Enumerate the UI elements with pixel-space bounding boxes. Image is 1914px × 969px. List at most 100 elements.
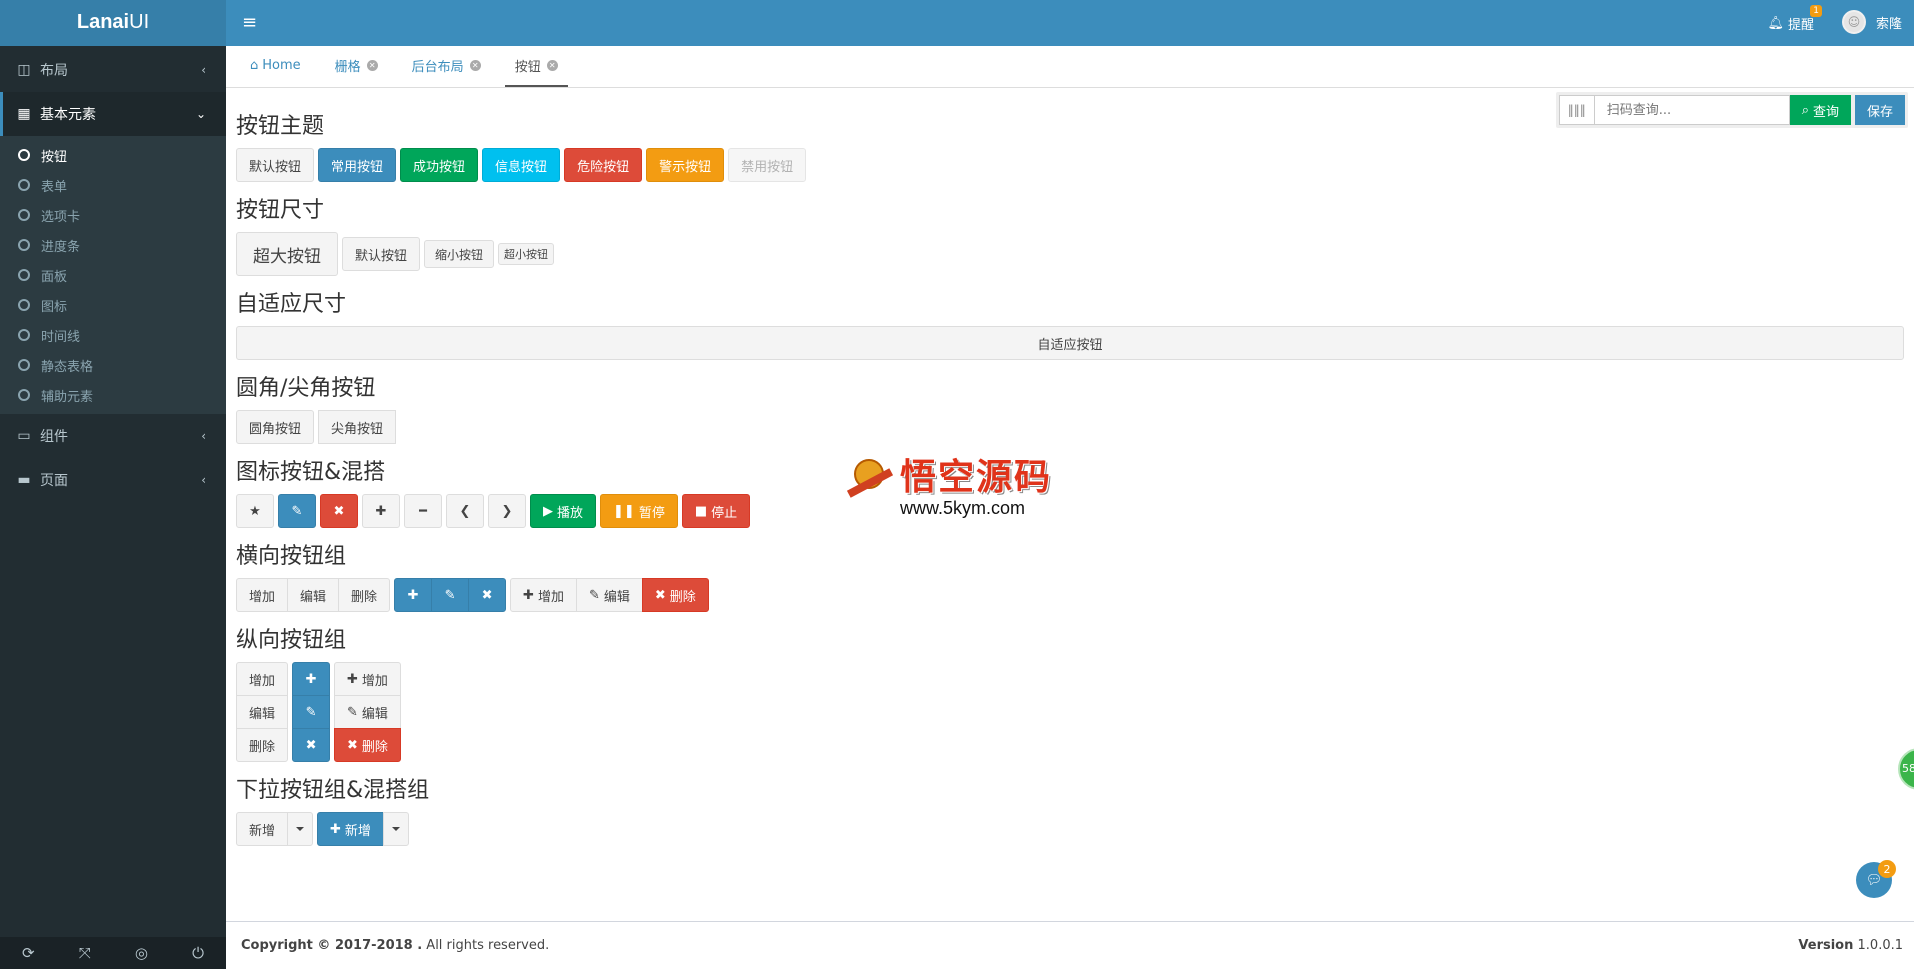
success-button[interactable]: 成功按钮: [400, 148, 479, 182]
close-icon[interactable]: ✕: [469, 60, 481, 71]
vgroup-mixed-edit-button[interactable]: ✎ 编辑: [334, 695, 401, 729]
refresh-icon[interactable]: ⟳: [22, 944, 35, 962]
rounded-button[interactable]: 圆角按钮: [236, 410, 315, 444]
pause-button[interactable]: ❚❚ 暂停: [600, 494, 678, 528]
tab-buttons[interactable]: 按钮 ✕: [504, 46, 568, 87]
edit-label: 编辑: [603, 589, 630, 605]
hamburger-icon[interactable]: ≡: [242, 12, 257, 33]
close-icon[interactable]: ✕: [546, 60, 558, 71]
notification-badge: 1: [1810, 5, 1822, 17]
vgroup-mixed-add-button[interactable]: ✚ 增加: [334, 662, 401, 696]
sidebar-item-icons[interactable]: 图标: [0, 290, 226, 320]
delete-label: 删除: [669, 589, 696, 605]
large-button[interactable]: 超大按钮: [236, 232, 338, 276]
chevron-left-icon: ‹: [201, 63, 206, 77]
plus-icon: ✚: [523, 587, 534, 603]
close-icon: ✖: [333, 503, 345, 519]
sidebar-item-label: 进度条: [41, 239, 81, 255]
delete-button[interactable]: ✖: [320, 494, 358, 528]
small-button[interactable]: 缩小按钮: [424, 240, 495, 268]
sidebar-item-timeline[interactable]: 时间线: [0, 320, 226, 350]
sidebar-group-pages[interactable]: ▬ 页面 ‹: [0, 458, 226, 502]
hgroup-mixed-edit-button[interactable]: ✎ 编辑: [575, 578, 643, 612]
tab-grid[interactable]: 栅格 ✕: [325, 46, 388, 87]
vgroup-plus-button[interactable]: ✚: [292, 662, 331, 696]
icon-buttons-row: ★ ✎ ✖ ✚ ━ ❮ ❯ ▶ 播放 ❚❚ 暂停 ■ 停止: [236, 494, 1904, 528]
sidebar-item-progress[interactable]: 进度条: [0, 230, 226, 260]
hgroup-delete-button[interactable]: 删除: [338, 578, 391, 612]
vgroup-edit-button[interactable]: 编辑: [236, 695, 289, 729]
danger-button[interactable]: 危险按钮: [564, 148, 643, 182]
hgroup-mixed-add-button[interactable]: ✚ 增加: [510, 578, 577, 612]
sidebar-item-forms[interactable]: 表单: [0, 170, 226, 200]
vgroup-delete-button[interactable]: 删除: [236, 728, 289, 762]
watermark-url: www.5kym.com: [900, 498, 1026, 518]
play-button[interactable]: ▶ 播放: [530, 494, 597, 528]
tab-admin-layout[interactable]: 后台布局 ✕: [402, 46, 491, 87]
edit-icon: ✎: [444, 587, 456, 603]
chevron-down-icon: ⌄: [195, 107, 206, 121]
block-button[interactable]: 自适应按钮: [236, 326, 1904, 360]
minus-button[interactable]: ━: [404, 494, 442, 528]
primary-button[interactable]: 常用按钮: [318, 148, 397, 182]
vgroup-edit-icon-button[interactable]: ✎: [292, 695, 331, 729]
dropdown-toggle[interactable]: [287, 812, 314, 846]
close-icon[interactable]: ✕: [366, 60, 378, 71]
delete-label: 删除: [361, 739, 388, 755]
hgroup-edit-button[interactable]: 编辑: [287, 578, 340, 612]
fullscreen-icon[interactable]: ⤧: [79, 944, 91, 962]
sidebar-item-helpers[interactable]: 辅助元素: [0, 380, 226, 410]
tab-home[interactable]: ⌂ Home: [240, 46, 311, 87]
app-logo[interactable]: LanaiUI: [0, 0, 226, 46]
next-button[interactable]: ❯: [488, 494, 526, 528]
notification-label: 提醒: [1787, 18, 1814, 33]
info-button[interactable]: 信息按钮: [482, 148, 561, 182]
star-button[interactable]: ★: [236, 494, 274, 528]
sidebar-group-layout[interactable]: ◫ 布局 ‹: [0, 48, 226, 92]
version-number: 1.0.0.1: [1857, 938, 1903, 953]
sidebar-group-components[interactable]: ▭ 组件 ‹: [0, 414, 226, 458]
sidebar-group-basic-elements[interactable]: ▦ 基本元素 ⌄: [0, 92, 226, 136]
chevron-left-icon: ❮: [459, 503, 471, 519]
warning-button[interactable]: 警示按钮: [646, 148, 725, 182]
plus-button[interactable]: ✚: [362, 494, 400, 528]
new-primary-button[interactable]: ✚ 新增: [317, 812, 384, 846]
vgroup-close-button[interactable]: ✖: [292, 728, 331, 762]
add-label: 增加: [361, 673, 388, 689]
xsmall-button[interactable]: 超小按钮: [498, 243, 555, 265]
notification-button[interactable]: 🔔︎ 提醒 1: [1767, 5, 1822, 33]
default-size-button[interactable]: 默认按钮: [342, 237, 421, 271]
hgroup-edit-icon-button[interactable]: ✎: [431, 578, 470, 612]
copyright-bold: Copyright © 2017-2018 .: [241, 938, 423, 953]
new-button[interactable]: 新增: [236, 812, 289, 846]
default-button[interactable]: 默认按钮: [236, 148, 315, 182]
grid-icon: ▦: [17, 106, 31, 122]
vgroup-add-button[interactable]: 增加: [236, 662, 289, 696]
close-icon: ✖: [654, 587, 666, 603]
sidebar-group-label: 组件: [40, 429, 68, 445]
dropdown-toggle-primary[interactable]: [382, 812, 409, 846]
hgroup-mixed-delete-button[interactable]: ✖ 删除: [641, 578, 709, 612]
edit-icon: ✎: [305, 704, 317, 720]
watermark-text: 悟空源码: [900, 456, 1053, 498]
hgroup-close-button[interactable]: ✖: [468, 578, 507, 612]
chat-button[interactable]: 💬︎ 2: [1856, 860, 1896, 898]
edit-button[interactable]: ✎: [278, 494, 316, 528]
dropdown-group-default: 新增: [236, 812, 314, 846]
plus-icon: ✚: [347, 671, 358, 687]
vgroup-row: 增加 编辑 删除 ✚ ✎ ✖ ✚ 增加 ✎ 编辑 ✖ 删除: [236, 662, 1904, 762]
vgroup-mixed-delete-button[interactable]: ✖ 删除: [334, 728, 401, 762]
power-icon[interactable]: ⏻: [192, 944, 204, 962]
stop-button[interactable]: ■ 停止: [681, 494, 751, 528]
sidebar-item-tabs[interactable]: 选项卡: [0, 200, 226, 230]
prev-button[interactable]: ❮: [446, 494, 484, 528]
sidebar-item-panels[interactable]: 面板: [0, 260, 226, 290]
user-menu[interactable]: ☺ 索隆: [1841, 10, 1902, 34]
flat-button[interactable]: 尖角按钮: [318, 410, 397, 444]
hgroup-add-button[interactable]: 增加: [236, 578, 289, 612]
sidebar-item-static-table[interactable]: 静态表格: [0, 350, 226, 380]
copyright-rest: All rights reserved.: [422, 938, 550, 953]
sidebar-item-buttons[interactable]: 按钮: [0, 140, 226, 170]
hgroup-plus-button[interactable]: ✚: [394, 578, 433, 612]
eye-slash-icon[interactable]: ◎: [135, 944, 148, 962]
